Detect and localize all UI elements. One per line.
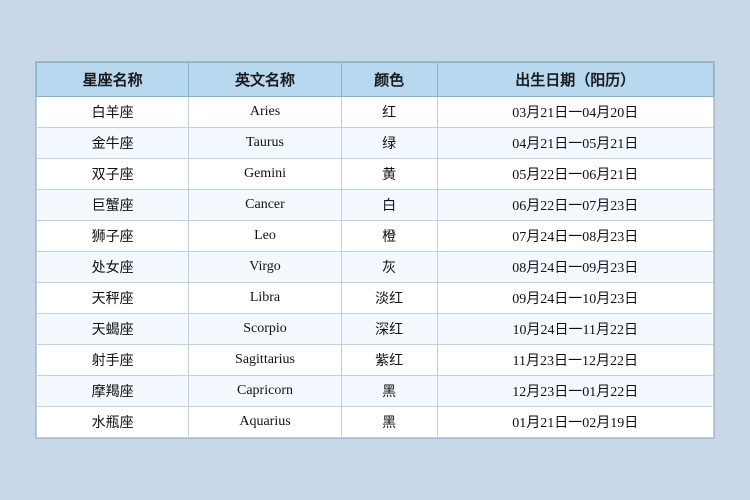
cell-chinese-name: 天蝎座 — [37, 314, 189, 345]
cell-dates: 06月22日一07月23日 — [437, 190, 713, 221]
cell-chinese-name: 狮子座 — [37, 221, 189, 252]
cell-color: 灰 — [341, 252, 437, 283]
cell-chinese-name: 水瓶座 — [37, 407, 189, 438]
cell-dates: 09月24日一10月23日 — [437, 283, 713, 314]
cell-dates: 01月21日一02月19日 — [437, 407, 713, 438]
table-row: 金牛座Taurus绿04月21日一05月21日 — [37, 128, 714, 159]
cell-chinese-name: 处女座 — [37, 252, 189, 283]
cell-color: 黄 — [341, 159, 437, 190]
table-row: 天蝎座Scorpio深红10月24日一11月22日 — [37, 314, 714, 345]
cell-color: 黑 — [341, 407, 437, 438]
cell-chinese-name: 巨蟹座 — [37, 190, 189, 221]
cell-english-name: Aquarius — [189, 407, 341, 438]
cell-english-name: Virgo — [189, 252, 341, 283]
cell-color: 绿 — [341, 128, 437, 159]
cell-dates: 12月23日一01月22日 — [437, 376, 713, 407]
header-chinese-name: 星座名称 — [37, 63, 189, 97]
header-english-name: 英文名称 — [189, 63, 341, 97]
cell-english-name: Cancer — [189, 190, 341, 221]
cell-english-name: Scorpio — [189, 314, 341, 345]
table-row: 巨蟹座Cancer白06月22日一07月23日 — [37, 190, 714, 221]
cell-chinese-name: 双子座 — [37, 159, 189, 190]
header-color: 颜色 — [341, 63, 437, 97]
cell-chinese-name: 天秤座 — [37, 283, 189, 314]
cell-dates: 10月24日一11月22日 — [437, 314, 713, 345]
table-header-row: 星座名称 英文名称 颜色 出生日期（阳历） — [37, 63, 714, 97]
cell-english-name: Capricorn — [189, 376, 341, 407]
cell-dates: 11月23日一12月22日 — [437, 345, 713, 376]
cell-color: 红 — [341, 97, 437, 128]
table-row: 水瓶座Aquarius黑01月21日一02月19日 — [37, 407, 714, 438]
table-row: 狮子座Leo橙07月24日一08月23日 — [37, 221, 714, 252]
table-body: 白羊座Aries红03月21日一04月20日金牛座Taurus绿04月21日一0… — [37, 97, 714, 438]
table-row: 双子座Gemini黄05月22日一06月21日 — [37, 159, 714, 190]
cell-dates: 03月21日一04月20日 — [437, 97, 713, 128]
cell-color: 白 — [341, 190, 437, 221]
table-row: 射手座Sagittarius紫红11月23日一12月22日 — [37, 345, 714, 376]
cell-english-name: Sagittarius — [189, 345, 341, 376]
table-row: 白羊座Aries红03月21日一04月20日 — [37, 97, 714, 128]
cell-english-name: Aries — [189, 97, 341, 128]
cell-color: 黑 — [341, 376, 437, 407]
zodiac-table: 星座名称 英文名称 颜色 出生日期（阳历） 白羊座Aries红03月21日一04… — [36, 62, 714, 438]
cell-english-name: Leo — [189, 221, 341, 252]
cell-dates: 05月22日一06月21日 — [437, 159, 713, 190]
cell-color: 淡红 — [341, 283, 437, 314]
zodiac-table-wrapper: 星座名称 英文名称 颜色 出生日期（阳历） 白羊座Aries红03月21日一04… — [35, 61, 715, 439]
cell-english-name: Libra — [189, 283, 341, 314]
cell-chinese-name: 射手座 — [37, 345, 189, 376]
header-dates: 出生日期（阳历） — [437, 63, 713, 97]
cell-color: 橙 — [341, 221, 437, 252]
table-row: 摩羯座Capricorn黑12月23日一01月22日 — [37, 376, 714, 407]
table-row: 天秤座Libra淡红09月24日一10月23日 — [37, 283, 714, 314]
cell-english-name: Gemini — [189, 159, 341, 190]
table-row: 处女座Virgo灰08月24日一09月23日 — [37, 252, 714, 283]
cell-color: 紫红 — [341, 345, 437, 376]
cell-dates: 08月24日一09月23日 — [437, 252, 713, 283]
cell-chinese-name: 摩羯座 — [37, 376, 189, 407]
cell-dates: 04月21日一05月21日 — [437, 128, 713, 159]
cell-dates: 07月24日一08月23日 — [437, 221, 713, 252]
cell-chinese-name: 白羊座 — [37, 97, 189, 128]
cell-english-name: Taurus — [189, 128, 341, 159]
cell-chinese-name: 金牛座 — [37, 128, 189, 159]
cell-color: 深红 — [341, 314, 437, 345]
